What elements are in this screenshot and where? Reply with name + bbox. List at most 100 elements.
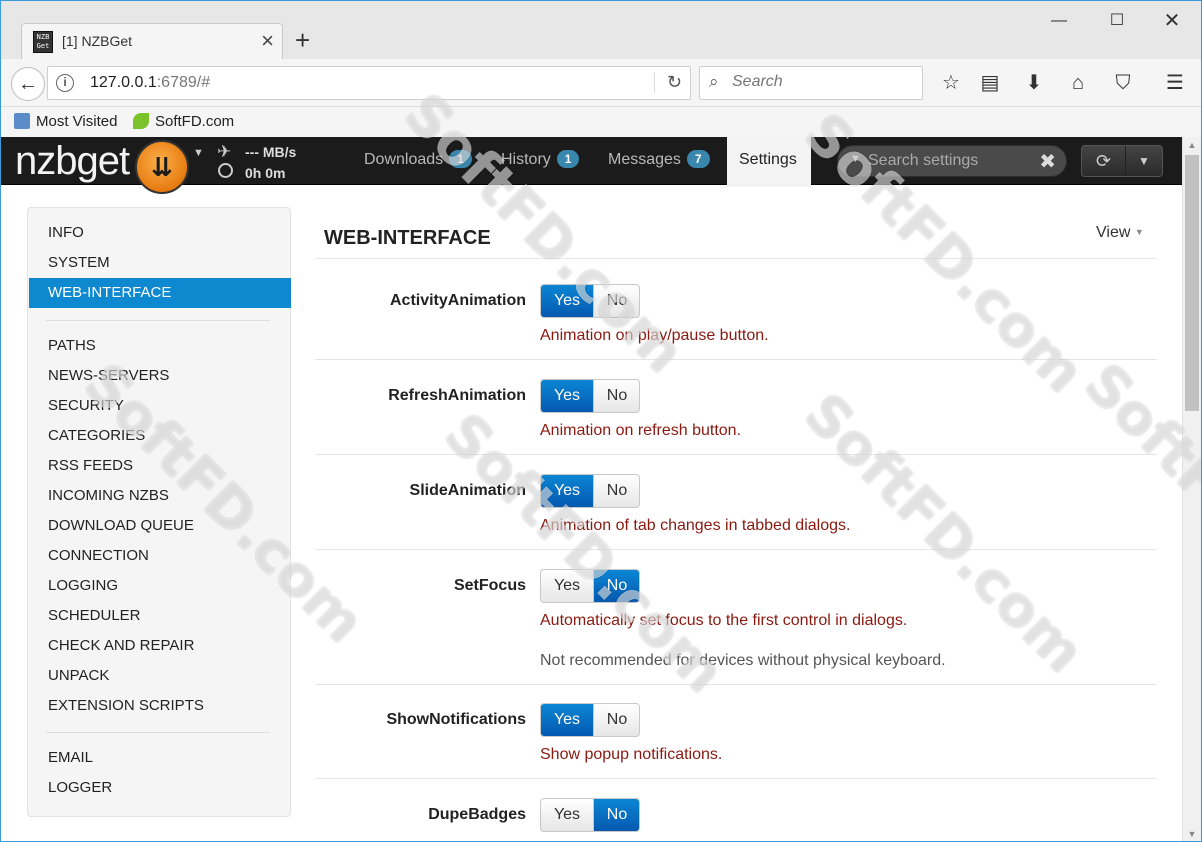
softfd-leaf-icon	[133, 113, 149, 129]
no-button[interactable]: No	[593, 285, 639, 317]
sidebar-item-check-and-repair[interactable]: CHECK AND REPAIR	[29, 631, 291, 661]
option-description: Show popup notifications.	[540, 746, 723, 763]
sidebar-item-email[interactable]: EMAIL	[29, 743, 291, 773]
reload-icon[interactable]: ↻	[653, 72, 682, 93]
refresh-icon[interactable]: ⟳	[1082, 146, 1126, 176]
no-button[interactable]: No	[593, 704, 639, 736]
sidebar-item-download-queue[interactable]: DOWNLOAD QUEUE	[29, 511, 291, 541]
vertical-scrollbar[interactable]: ▲ ▼	[1182, 137, 1201, 841]
option-label: ActivityAnimation	[389, 292, 526, 309]
divider	[315, 778, 1157, 779]
minimize-icon[interactable]: —	[1047, 9, 1071, 33]
view-dropdown[interactable]: View ▼	[1096, 224, 1144, 242]
sidebar-item-unpack[interactable]: UNPACK	[29, 661, 291, 691]
back-arrow-icon[interactable]: ←	[11, 67, 45, 101]
divider	[315, 549, 1157, 550]
sidebar-item-system[interactable]: SYSTEM	[29, 248, 291, 278]
yes-button[interactable]: Yes	[541, 380, 593, 412]
scroll-down-icon[interactable]: ▼	[1183, 826, 1201, 841]
yes-button[interactable]: Yes	[541, 475, 593, 507]
tab-label: History	[501, 151, 551, 168]
sidebar-item-extension-scripts[interactable]: EXTENSION SCRIPTS	[29, 691, 291, 721]
settings-search-box: ▼ ✖	[837, 145, 1067, 177]
tab-history[interactable]: History 1	[489, 137, 591, 185]
maximize-icon[interactable]: ☐	[1105, 9, 1129, 33]
sidebar-divider	[46, 732, 270, 733]
refresh-options-chevron-icon[interactable]: ▼	[1126, 146, 1162, 176]
setfocus-toggle: Yes No	[540, 569, 640, 603]
nzbget-favicon-icon: NZB Get	[33, 31, 53, 53]
sidebar-item-news-servers[interactable]: NEWS-SERVERS	[29, 361, 291, 391]
bookmark-star-icon[interactable]: ☆	[938, 70, 964, 96]
time-left: 0h 0m	[245, 165, 286, 181]
no-button[interactable]: No	[593, 380, 639, 412]
sidebar-item-rss-feeds[interactable]: RSS FEEDS	[29, 451, 291, 481]
chevron-down-icon[interactable]: ▼	[193, 147, 204, 159]
sidebar-item-web-interface[interactable]: WEB-INTERFACE	[29, 278, 291, 308]
sidebar-item-incoming-nzbs[interactable]: INCOMING NZBS	[29, 481, 291, 511]
sidebar-item-scheduler[interactable]: SCHEDULER	[29, 601, 291, 631]
nzbget-logo: nzbget	[15, 139, 130, 183]
sidebar-item-security[interactable]: SECURITY	[29, 391, 291, 421]
activityanimation-toggle: Yes No	[540, 284, 640, 318]
navigation-bar: ← i 127.0.0.1:6789/# ↻ ⌕ ☆ ▤ ⬇ ⌂ ⛉ ☰	[1, 59, 1201, 107]
slideanimation-toggle: Yes No	[540, 474, 640, 508]
sidebar-item-logging[interactable]: LOGGING	[29, 571, 291, 601]
tab-label: Downloads	[364, 151, 444, 168]
no-button[interactable]: No	[593, 475, 639, 507]
option-label: ShowNotifications	[386, 711, 526, 728]
new-tab-icon[interactable]: +	[295, 25, 310, 55]
tab-title: [1] NZBGet	[62, 33, 133, 49]
browser-search-input[interactable]	[732, 73, 912, 91]
sidebar-item-logger[interactable]: LOGGER	[29, 773, 291, 803]
browser-tab[interactable]: NZB Get [1] NZBGet ×	[21, 23, 283, 59]
refreshanimation-toggle: Yes No	[540, 379, 640, 413]
caret-down-icon: ▼	[1134, 227, 1144, 237]
info-icon[interactable]: i	[56, 74, 74, 92]
option-description: Animation of tab changes in tabbed dialo…	[540, 517, 851, 534]
scrollbar-thumb[interactable]	[1185, 155, 1199, 411]
option-label: RefreshAnimation	[388, 387, 526, 404]
play-pause-button[interactable]: ⇊	[135, 140, 189, 194]
url-path: :6789/#	[156, 74, 211, 91]
sidebar-item-connection[interactable]: CONNECTION	[29, 541, 291, 571]
clear-icon[interactable]: ✖	[1039, 149, 1056, 174]
divider	[315, 258, 1157, 259]
bookmark-label: Most Visited	[36, 113, 118, 130]
yes-button[interactable]: Yes	[541, 799, 593, 831]
tab-messages[interactable]: Messages 7	[596, 137, 722, 185]
home-icon[interactable]: ⌂	[1065, 70, 1091, 96]
close-tab-icon[interactable]: ×	[261, 28, 274, 54]
no-button[interactable]: No	[593, 570, 639, 602]
option-label: SetFocus	[453, 577, 526, 594]
sidebar-item-categories[interactable]: CATEGORIES	[29, 421, 291, 451]
pocket-icon[interactable]: ⛉	[1110, 70, 1136, 96]
view-label: View	[1096, 224, 1131, 241]
yes-button[interactable]: Yes	[541, 285, 593, 317]
caret-down-icon[interactable]: ▼	[850, 153, 861, 165]
url-bar[interactable]: i 127.0.0.1:6789/# ↻	[47, 66, 691, 100]
close-window-icon[interactable]: ✕	[1160, 9, 1184, 33]
clock-icon	[218, 163, 233, 178]
bookmark-softfd[interactable]: SoftFD.com	[133, 113, 234, 130]
option-description: Animation on play/pause button.	[540, 327, 769, 344]
settings-search-input[interactable]	[868, 152, 1028, 170]
bookmark-most-visited[interactable]: Most Visited	[14, 113, 117, 130]
url-text[interactable]: 127.0.0.1:6789/#	[90, 74, 210, 92]
reading-list-icon[interactable]: ▤	[977, 70, 1003, 96]
tab-settings[interactable]: Settings	[727, 137, 811, 187]
sidebar-item-paths[interactable]: PATHS	[29, 331, 291, 361]
downloads-count-badge: 1	[449, 150, 472, 168]
yes-button[interactable]: Yes	[541, 570, 593, 602]
download-icon[interactable]: ⬇	[1021, 70, 1047, 96]
tab-label: Settings	[739, 151, 797, 168]
tab-downloads[interactable]: Downloads 1	[352, 137, 484, 185]
menu-icon[interactable]: ☰	[1162, 70, 1188, 96]
refresh-button-group: ⟳ ▼	[1081, 145, 1163, 177]
divider	[315, 454, 1157, 455]
no-button[interactable]: No	[593, 799, 639, 831]
browser-search-bar[interactable]: ⌕	[699, 66, 923, 100]
scroll-up-icon[interactable]: ▲	[1183, 137, 1201, 154]
yes-button[interactable]: Yes	[541, 704, 593, 736]
sidebar-item-info[interactable]: INFO	[29, 218, 291, 248]
